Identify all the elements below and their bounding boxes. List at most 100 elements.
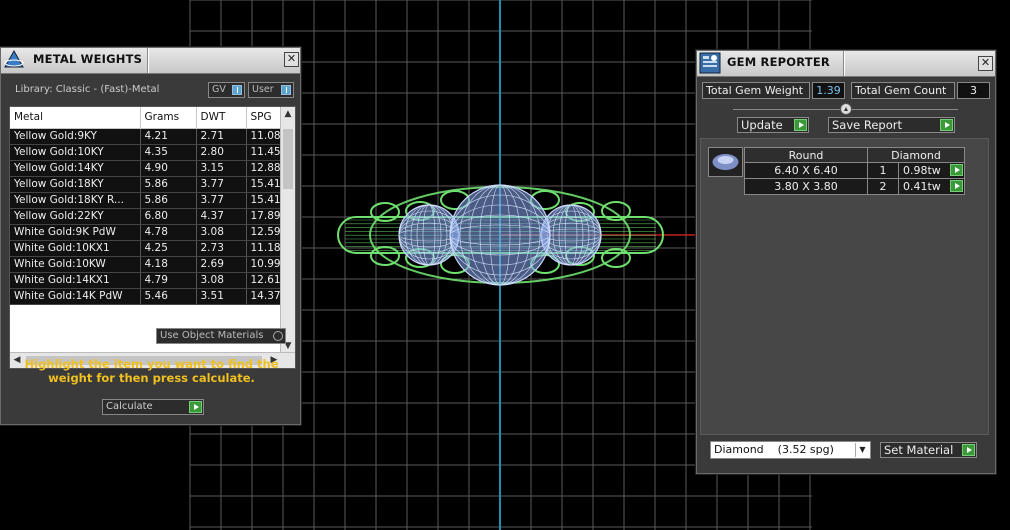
table-cell: 12.61	[246, 272, 282, 289]
column-header[interactable]: Metal	[10, 107, 141, 129]
gem-thumbnail[interactable]	[708, 147, 743, 177]
update-button[interactable]: Update	[737, 117, 809, 133]
table-cell: 3.51	[196, 288, 247, 305]
play-icon	[962, 444, 975, 456]
gem-weight-cell: 0.41tw	[898, 178, 965, 195]
gem-reporter-titlebar[interactable]: GEM REPORTER ✕	[697, 51, 995, 77]
table-row[interactable]: Yellow Gold:14KY 4.90 3.15 12.88	[10, 160, 282, 177]
table-cell: 11.18	[246, 240, 282, 257]
gem-shape-header: Round	[744, 147, 868, 163]
gem-row[interactable]: 6.40 X 6.40 1 0.98tw	[744, 162, 965, 179]
gem-size-cell: 3.80 X 3.80	[744, 178, 868, 195]
table-cell: 14.37	[246, 288, 282, 305]
table-row[interactable]: White Gold:14KX1 4.79 3.08 12.61	[10, 272, 282, 289]
column-header[interactable]: Grams	[140, 107, 197, 129]
gem-table-body[interactable]: 6.40 X 6.40 1 0.98tw 3.80 X 3.80 2 0.41tw	[744, 162, 965, 195]
calculate-button[interactable]: Calculate	[102, 399, 204, 415]
table-row[interactable]: White Gold:14K PdW 5.46 3.51 14.37	[10, 288, 282, 305]
user-toggle[interactable]: User	[248, 82, 294, 98]
gem-count-cell: 1	[867, 162, 899, 179]
metal-table-header: Metal Grams DWT SPG	[10, 107, 282, 129]
gem-weight: 0.41tw	[903, 180, 941, 193]
gem-table[interactable]: Round Diamond 6.40 X 6.40 1 0.98tw 3.80 X 3…	[744, 147, 965, 195]
gem-row[interactable]: 3.80 X 3.80 2 0.41tw	[744, 178, 965, 195]
play-icon	[189, 401, 202, 413]
table-cell: 12.88	[246, 160, 282, 177]
gem-reporter-panel: GEM REPORTER ✕ Total Gem Weight 1.39 Tot…	[696, 50, 996, 474]
table-cell: 3.08	[196, 224, 247, 241]
play-icon	[794, 119, 807, 131]
close-icon[interactable]: ✕	[284, 52, 299, 67]
metal-table[interactable]: Metal Grams DWT SPG Yellow Gold:9KY 4.21 2.71…	[10, 107, 282, 305]
table-cell: 4.37	[196, 208, 247, 225]
table-cell: White Gold:14K PdW	[10, 288, 141, 305]
info-icon	[232, 85, 242, 95]
table-row[interactable]: White Gold:9K PdW 4.78 3.08 12.59	[10, 224, 282, 241]
radio-icon	[273, 331, 283, 341]
play-icon[interactable]	[950, 180, 963, 192]
metal-table-vertical-scrollbar[interactable]: ▲ ▼	[280, 107, 295, 353]
scroll-up-icon[interactable]: ▲	[281, 107, 295, 121]
gv-toggle[interactable]: GV	[208, 82, 245, 98]
table-cell: 4.78	[140, 224, 197, 241]
scroll-thumb[interactable]	[283, 129, 293, 189]
table-cell: 6.80	[140, 208, 197, 225]
gem-table-header: Round Diamond	[744, 147, 965, 163]
table-row[interactable]: White Gold:10KW 4.18 2.69 10.99	[10, 256, 282, 273]
table-cell: 5.86	[140, 176, 197, 193]
table-row[interactable]: White Gold:10KX1 4.25 2.73 11.18	[10, 240, 282, 257]
slider-handle[interactable]	[840, 103, 852, 115]
gem-reporter-title: GEM REPORTER	[727, 55, 830, 69]
table-cell: 4.90	[140, 160, 197, 177]
play-icon[interactable]	[950, 164, 963, 176]
table-row[interactable]: Yellow Gold:22KY 6.80 4.37 17.89	[10, 208, 282, 225]
table-cell: White Gold:10KW	[10, 256, 141, 273]
table-cell: 2.69	[196, 256, 247, 273]
material-select-value: Diamond (3.52 spg)	[714, 443, 834, 456]
table-cell: 5.86	[140, 192, 197, 209]
table-cell: 4.35	[140, 144, 197, 161]
total-gem-count-label: Total Gem Count	[851, 82, 955, 99]
table-row[interactable]: Yellow Gold:9KY 4.21 2.71 11.08	[10, 128, 282, 145]
metal-weights-panel: METAL WEIGHTS ✕ Library: Classic - (Fast…	[0, 47, 301, 425]
table-cell: 2.80	[196, 144, 247, 161]
metal-table-body[interactable]: Yellow Gold:9KY 4.21 2.71 11.08 Yellow Gold:…	[10, 128, 282, 305]
gem-count: 2	[879, 180, 887, 193]
instruction-text: Highlight the item you want to find the …	[24, 357, 279, 385]
close-icon[interactable]: ✕	[978, 56, 993, 71]
total-gem-weight-value: 1.39	[812, 82, 845, 99]
metal-weights-titlebar[interactable]: METAL WEIGHTS ✕	[1, 48, 300, 74]
metal-weights-logo-icon	[4, 49, 24, 68]
table-cell: 2.73	[196, 240, 247, 257]
table-cell: 15.41	[246, 192, 282, 209]
table-cell: Yellow Gold:22KY	[10, 208, 141, 225]
gem-weight: 0.98tw	[903, 164, 941, 177]
save-report-label: Save Report	[832, 118, 903, 132]
table-row[interactable]: Yellow Gold:18KY 5.86 3.77 15.41	[10, 176, 282, 193]
table-cell: 10.99	[246, 256, 282, 273]
table-cell: White Gold:14KX1	[10, 272, 141, 289]
save-report-button[interactable]: Save Report	[828, 117, 955, 133]
table-cell: 3.08	[196, 272, 247, 289]
material-select[interactable]: Diamond (3.52 spg) ▼	[710, 441, 871, 459]
use-object-materials-checkbox[interactable]: Use Object Materials	[156, 328, 286, 344]
table-cell: Yellow Gold:18KY	[10, 176, 141, 193]
column-header[interactable]: DWT	[196, 107, 247, 129]
table-row[interactable]: Yellow Gold:10KY 4.35 2.80 11.45	[10, 144, 282, 161]
gem-material-header: Diamond	[867, 147, 965, 163]
table-cell: 3.77	[196, 192, 247, 209]
table-cell: 4.18	[140, 256, 197, 273]
column-header[interactable]: SPG	[246, 107, 282, 129]
gem-count: 1	[879, 164, 887, 177]
gem-report-area: Round Diamond 6.40 X 6.40 1 0.98tw 3.80 X 3…	[700, 138, 989, 435]
total-gem-count-value: 3	[957, 82, 990, 99]
table-row[interactable]: Yellow Gold:18KY R... 5.86 3.77 15.41	[10, 192, 282, 209]
set-material-button[interactable]: Set Material	[880, 442, 977, 458]
gem-sphere	[449, 184, 551, 286]
table-cell: Yellow Gold:14KY	[10, 160, 141, 177]
table-cell: 17.89	[246, 208, 282, 225]
table-cell: 5.46	[140, 288, 197, 305]
gem-count-cell: 2	[867, 178, 899, 195]
title-divider	[147, 48, 149, 73]
table-cell: 2.71	[196, 128, 247, 145]
